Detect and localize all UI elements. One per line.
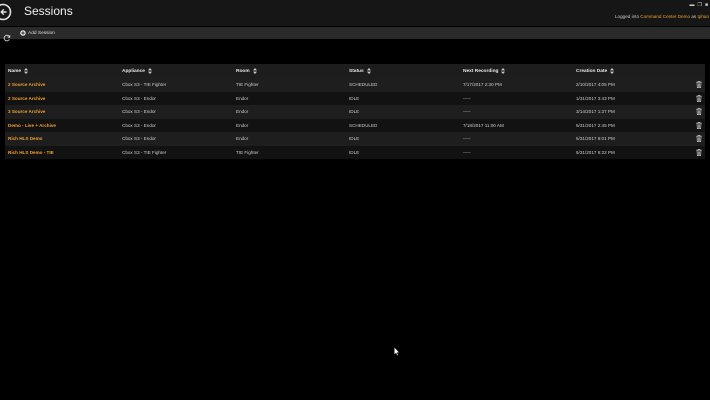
trash-icon[interactable]: [696, 81, 702, 88]
table-row[interactable]: 2 Source Archive Cbox S3 - Endor Endor I…: [5, 91, 705, 105]
status-cell: IDLE: [349, 109, 360, 114]
session-name-link[interactable]: 3 Source Archive: [8, 109, 45, 114]
appliance-cell: Cbox S3 - TIE Fighter: [122, 82, 167, 87]
login-org-link[interactable]: Command Center Demo: [640, 14, 690, 19]
table-row[interactable]: Rich HLS Demo - TIE Cbox S3 - TIE Fighte…: [5, 145, 705, 159]
restore-icon[interactable]: ❐: [697, 2, 701, 8]
creation-date-cell: 2/10/2017 4:05 PM: [576, 82, 615, 87]
session-name-link[interactable]: Demo - Live + Archive: [8, 123, 56, 128]
login-user-link[interactable]: tphan: [698, 14, 710, 19]
table-row[interactable]: 2 Source Archive Cbox S3 - TIE Fighter T…: [5, 78, 705, 92]
room-cell: Endor: [236, 95, 249, 101]
column-header-room[interactable]: Room: [236, 68, 257, 74]
trash-icon[interactable]: [696, 108, 702, 115]
add-circle-icon: [20, 30, 26, 36]
appliance-cell: Cbox S3 - Endor: [122, 109, 156, 114]
appliance-cell: Cbox S3 - Endor: [122, 95, 156, 101]
creation-date-cell: 5/31/2017 2:45 PM: [576, 122, 615, 128]
sort-icon: [501, 68, 506, 74]
app-header: Sessions ▬ ❐ ■ Logged into Command Cente…: [0, 0, 710, 26]
session-name-link[interactable]: 2 Source Archive: [8, 82, 45, 87]
session-name-link[interactable]: Rich HLS Demo: [8, 136, 42, 141]
column-header-appliance[interactable]: Appliance: [122, 68, 152, 74]
status-cell: IDLE: [349, 136, 360, 141]
next-recording-cell: -----: [463, 95, 471, 101]
appliance-cell: Cbox S3 - Endor: [122, 122, 156, 128]
creation-date-cell: 5/31/2017 6:01 PM: [576, 136, 615, 141]
status-cell: IDLE: [349, 95, 360, 101]
sessions-table: Name Appliance Room Status Next Recordin…: [5, 64, 705, 159]
session-name-link[interactable]: 2 Source Archive: [8, 96, 45, 101]
creation-date-cell: 3/14/2017 1:37 PM: [576, 109, 615, 114]
sort-icon: [147, 68, 152, 74]
refresh-icon: [3, 34, 11, 42]
minimize-icon[interactable]: ▬: [689, 2, 694, 8]
login-info: Logged into Command Center Demo as tphan: [614, 14, 710, 19]
sort-icon: [366, 68, 371, 74]
room-cell: TIE Fighter: [236, 149, 259, 155]
next-recording-cell: 7/17/2017 2:30 PM: [463, 82, 502, 87]
trash-icon[interactable]: [696, 148, 702, 156]
next-recording-cell: -----: [463, 149, 471, 155]
table-row[interactable]: Rich HLS Demo Cbox S3 - Endor Endor IDLE…: [5, 132, 705, 146]
sort-icon: [24, 68, 29, 74]
table-body: 2 Source Archive Cbox S3 - TIE Fighter T…: [5, 78, 705, 159]
mouse-cursor-icon: [394, 347, 400, 356]
trash-icon[interactable]: [696, 121, 702, 129]
back-arrow-icon: [0, 3, 12, 21]
add-session-button[interactable]: Add Session: [20, 29, 55, 37]
creation-date-cell: 5/31/2017 6:22 PM: [576, 149, 615, 155]
trash-icon[interactable]: [696, 135, 702, 142]
appliance-cell: Cbox S3 - Endor: [122, 136, 156, 141]
status-cell: IDLE: [349, 149, 360, 155]
room-cell: Endor: [236, 136, 249, 141]
table-row[interactable]: 3 Source Archive Cbox S3 - Endor Endor I…: [5, 105, 705, 119]
next-recording-cell: -----: [463, 136, 471, 141]
column-header-creation-date[interactable]: Creation Date: [576, 68, 615, 74]
window-controls: ▬ ❐ ■: [689, 2, 708, 8]
table-header: Name Appliance Room Status Next Recordin…: [5, 64, 705, 78]
column-header-name[interactable]: Name: [8, 68, 29, 74]
refresh-button[interactable]: [3, 29, 11, 42]
column-header-next-recording[interactable]: Next Recording: [463, 68, 506, 74]
status-cell: SCHEDULED: [349, 122, 378, 128]
creation-date-cell: 1/31/2017 3:43 PM: [576, 95, 615, 101]
trash-icon[interactable]: [696, 94, 702, 102]
status-cell: SCHEDULED: [349, 82, 378, 87]
appliance-cell: Cbox S3 - TIE Fighter: [122, 149, 167, 155]
room-cell: TIE Fighter: [236, 82, 259, 87]
next-recording-cell: 7/18/2017 11:00 AM: [463, 122, 504, 128]
room-cell: Endor: [236, 109, 249, 114]
next-recording-cell: -----: [463, 109, 471, 114]
back-button[interactable]: [0, 3, 12, 21]
sort-icon: [252, 68, 257, 74]
toolbar: Add Session: [0, 27, 710, 42]
table-row[interactable]: Demo - Live + Archive Cbox S3 - Endor En…: [5, 118, 705, 132]
room-cell: Endor: [236, 122, 249, 128]
session-name-link[interactable]: Rich HLS Demo - TIE: [8, 150, 54, 155]
close-icon[interactable]: ■: [705, 2, 708, 8]
page-title: Sessions: [24, 4, 73, 18]
sort-icon: [610, 68, 615, 74]
add-session-label: Add Session: [28, 30, 55, 36]
column-header-status[interactable]: Status: [349, 68, 371, 74]
